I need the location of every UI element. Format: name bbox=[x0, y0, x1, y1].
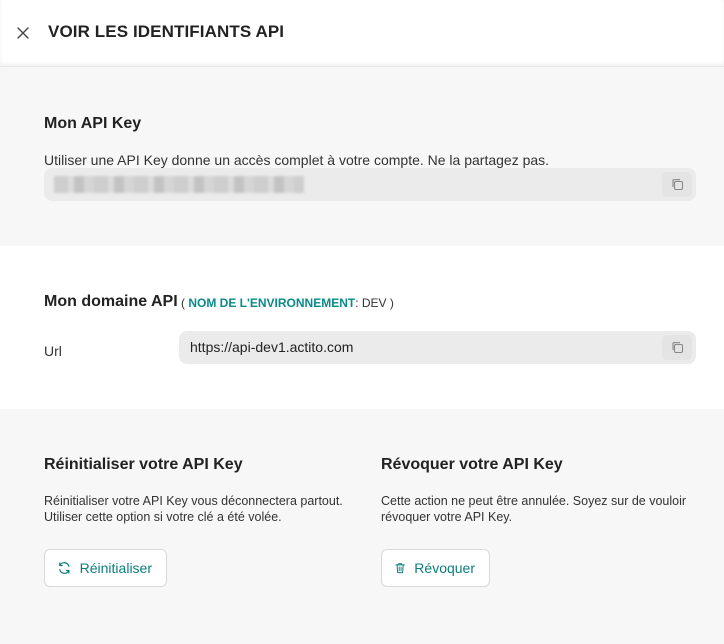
reset-description-line1: Réinitialiser votre API Key vous déconne… bbox=[44, 494, 343, 508]
environment-info: ( NOM DE L'ENVIRONNEMENT: DEV ) bbox=[181, 296, 394, 310]
copy-icon bbox=[671, 342, 683, 354]
url-label: Url bbox=[44, 343, 62, 359]
revoke-description-line1: Cette action ne peut être annulée. Soyez… bbox=[381, 494, 687, 508]
api-key-field[interactable] bbox=[44, 168, 696, 201]
reset-description-line2: Utiliser cette option si votre clé a été… bbox=[44, 510, 282, 524]
close-icon bbox=[17, 27, 29, 39]
url-value: https://api-dev1.actito.com bbox=[190, 339, 354, 355]
reset-title: Réinitialiser votre API Key bbox=[44, 456, 243, 473]
copy-url-button[interactable] bbox=[662, 335, 692, 360]
revoke-description-line2: révoquer votre API Key. bbox=[381, 510, 513, 524]
url-field[interactable]: https://api-dev1.actito.com bbox=[179, 331, 696, 364]
api-domain-section: Mon domaine API ( NOM DE L'ENVIRONNEMENT… bbox=[0, 246, 724, 409]
revoke-title: Révoquer votre API Key bbox=[381, 456, 563, 473]
environment-label: NOM DE L'ENVIRONNEMENT bbox=[188, 296, 356, 310]
copy-api-key-button[interactable] bbox=[662, 172, 692, 197]
dialog-title: VOIR LES IDENTIFIANTS API bbox=[48, 22, 285, 41]
revoke-button[interactable]: Révoquer bbox=[381, 549, 490, 587]
dialog-header: VOIR LES IDENTIFIANTS API bbox=[0, 0, 724, 67]
api-key-description: Utiliser une API Key donne un accès comp… bbox=[44, 152, 550, 168]
api-key-title: Mon API Key bbox=[44, 115, 142, 132]
reset-button[interactable]: Réinitialiser bbox=[44, 549, 167, 587]
api-key-section: Mon API Key Utiliser une API Key donne u… bbox=[0, 67, 724, 246]
api-key-value-masked bbox=[54, 176, 304, 193]
copy-icon bbox=[671, 179, 683, 191]
refresh-icon bbox=[59, 562, 70, 574]
reset-button-label: Réinitialiser bbox=[79, 560, 152, 576]
environment-value: DEV bbox=[361, 296, 387, 310]
close-button[interactable] bbox=[14, 24, 32, 42]
api-domain-title: Mon domaine API bbox=[44, 293, 178, 310]
revoke-button-label: Révoquer bbox=[414, 560, 475, 576]
api-key-actions-section: Réinitialiser votre API Key Réinitialise… bbox=[0, 409, 724, 644]
trash-icon bbox=[395, 563, 405, 574]
